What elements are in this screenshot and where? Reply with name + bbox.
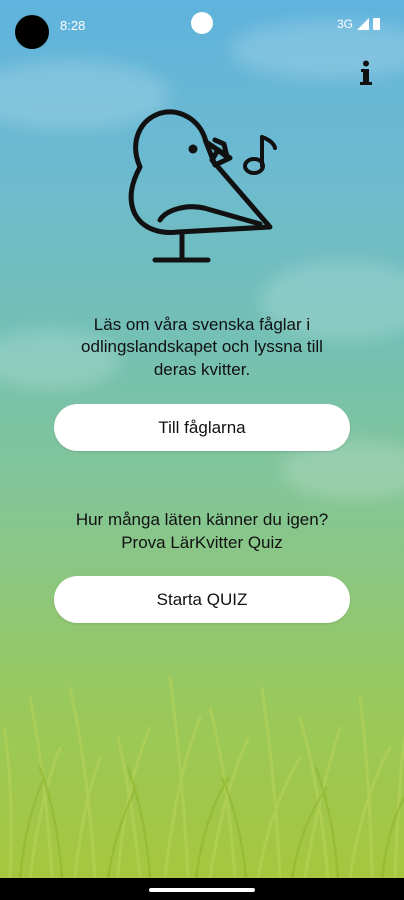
- camera-cutout: [15, 15, 49, 49]
- info-button[interactable]: [356, 58, 376, 88]
- start-quiz-button-label: Starta QUIZ: [156, 589, 248, 609]
- quiz-promo-text: Prova LärKvitter Quiz: [121, 533, 283, 552]
- grass-background: [2, 676, 404, 878]
- app-screen: 8:28 3G Läs om våra svenska fåglar i odl…: [0, 0, 404, 900]
- status-bar: 8:28 3G: [0, 0, 404, 52]
- status-time: 8:28: [60, 18, 86, 33]
- network-type: 3G: [336, 17, 353, 31]
- intro-text-line-3: deras kvitter.: [153, 360, 251, 379]
- bird-music-logo: [128, 109, 277, 263]
- birds-button[interactable]: Till fåglarna: [54, 404, 350, 451]
- birds-button-label: Till fåglarna: [158, 417, 246, 437]
- quiz-question-text: Hur många läten känner du igen?: [75, 510, 329, 529]
- info-icon: [360, 60, 372, 85]
- intro-text-line-1: Läs om våra svenska fåglar i: [93, 315, 311, 334]
- battery-icon: [373, 18, 380, 30]
- navigation-bar: [0, 878, 404, 900]
- status-icons: 3G: [337, 17, 380, 31]
- home-indicator[interactable]: [149, 888, 255, 892]
- signal-icon: [357, 18, 369, 30]
- start-quiz-button[interactable]: Starta QUIZ: [54, 576, 350, 623]
- intro-text-line-2: odlingslandskapet och lyssna till: [81, 337, 323, 356]
- notification-dot: [191, 12, 213, 34]
